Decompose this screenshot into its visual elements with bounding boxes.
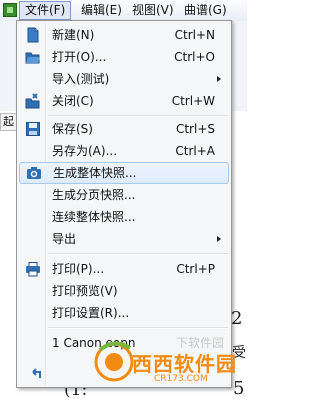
shortcut-label: Ctrl+A (175, 144, 215, 158)
menu-item-label: 打印预览(V) (52, 284, 118, 298)
watermark: 下软件园 西西软件园 CR173.COM (92, 330, 236, 390)
menu-item-print-settings[interactable]: 打印设置(R)... (19, 302, 229, 324)
submenu-arrow-icon (217, 236, 221, 242)
menu-item-print[interactable]: 打印(P)... Ctrl+P (19, 258, 229, 280)
menu-bar: 文件(F) 编辑(E) 视图(V) 曲谱(G) (0, 0, 247, 22)
new-file-icon (27, 27, 39, 43)
menu-separator (48, 327, 228, 329)
menu-item-snapshot-paged[interactable]: 生成分页快照... (19, 184, 229, 206)
menu-item-snapshot-whole[interactable]: 生成整体快照... (19, 162, 229, 184)
menu-item-save-as[interactable]: 另存为(A)... Ctrl+A (19, 140, 229, 162)
menu-view[interactable]: 视图(V) (127, 1, 179, 20)
menu-item-label: 关闭(C) (52, 94, 94, 108)
menu-item-label: 生成整体快照... (53, 166, 137, 180)
menu-item-label: 新建(N) (52, 28, 95, 42)
menu-item-label: 保存(S) (52, 122, 93, 136)
background-text: 5 (233, 378, 245, 399)
menu-item-import[interactable]: 导入(测试) (19, 68, 229, 90)
background-text: 2 (231, 308, 243, 329)
camera-icon (27, 167, 41, 179)
menu-separator (48, 253, 228, 255)
menu-file[interactable]: 文件(F) (19, 1, 72, 20)
close-folder-icon (25, 93, 40, 109)
menu-separator (48, 115, 228, 117)
app-icon[interactable] (3, 3, 17, 17)
watermark-url: CR173.COM (154, 374, 208, 384)
menu-item-label: 导出 (52, 232, 77, 246)
menu-item-label: 另存为(A)... (52, 144, 118, 158)
back-arrow-icon[interactable] (30, 366, 44, 380)
menu-item-close[interactable]: 关闭(C) Ctrl+W (19, 90, 229, 112)
menu-item-print-preview[interactable]: 打印预览(V) (19, 280, 229, 302)
menu-item-open[interactable]: 打开(O)... Ctrl+O (19, 46, 229, 68)
watermark-text: 西西软件园 (132, 352, 237, 376)
menu-item-export[interactable]: 导出 (19, 228, 229, 250)
shortcut-label: Ctrl+W (171, 94, 215, 108)
menu-item-label: 导入(测试) (52, 72, 110, 86)
menu-score[interactable]: 曲谱(G) (179, 1, 232, 20)
submenu-arrow-icon (217, 76, 221, 82)
menu-item-label: 连续整体快照... (52, 210, 136, 224)
menu-item-label: 生成分页快照... (52, 188, 136, 202)
menu-item-label: 打印(P)... (52, 262, 105, 276)
menu-item-label: 打开(O)... (52, 50, 107, 64)
shortcut-label: Ctrl+O (174, 50, 215, 64)
shortcut-label: Ctrl+N (174, 28, 215, 42)
background-toolbar-right (233, 21, 247, 111)
folder-open-icon (25, 52, 40, 64)
menu-item-new[interactable]: 新建(N) Ctrl+N (19, 24, 229, 46)
shortcut-label: Ctrl+S (175, 122, 215, 136)
menu-edit[interactable]: 编辑(E) (76, 1, 127, 20)
shortcut-label: Ctrl+P (176, 262, 215, 276)
menu-item-snapshot-continuous[interactable]: 连续整体快照... (19, 206, 229, 228)
menu-item-save[interactable]: 保存(S) Ctrl+S (19, 118, 229, 140)
menu-item-label: 打印设置(R)... (52, 306, 130, 320)
printer-icon (26, 262, 40, 277)
save-icon (26, 122, 40, 136)
